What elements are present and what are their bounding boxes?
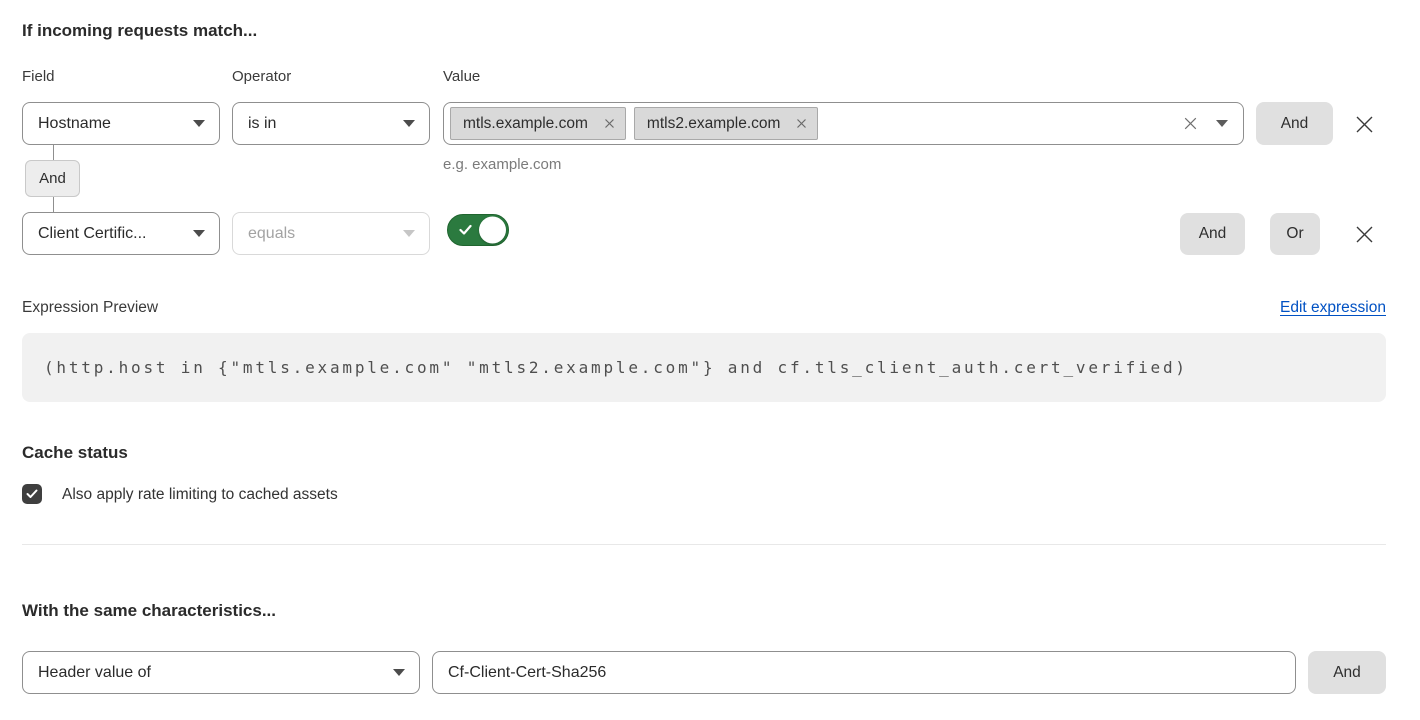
checkbox-label: Also apply rate limiting to cached asset… [62,486,338,504]
expression-preview-label: Expression Preview [22,299,158,317]
value-multiselect[interactable]: mtls.example.com mtls2.example.com [443,102,1244,145]
x-icon [1354,224,1375,245]
clear-values-button[interactable] [1183,116,1198,131]
boolean-value-toggle[interactable] [447,214,509,246]
value-tag-text: mtls.example.com [463,115,588,133]
chevron-down-icon [403,120,415,127]
header-name-input[interactable] [432,651,1296,694]
characteristic-select[interactable]: Header value of [22,651,420,694]
expression-code-block: (http.host in {"mtls.example.com" "mtls2… [22,333,1386,402]
check-icon [26,489,38,499]
chevron-down-icon [193,230,205,237]
operator-select-row1-value: is in [248,115,276,133]
field-select-row1[interactable]: Hostname [22,102,220,145]
x-icon [604,118,615,129]
delete-condition-row1-button[interactable] [1354,114,1375,135]
value-tag-text: mtls2.example.com [647,115,781,133]
field-select-row1-value: Hostname [38,115,111,133]
edit-expression-link[interactable]: Edit expression [1280,299,1386,317]
cache-section-title: Cache status [22,443,128,463]
or-button-row2[interactable]: Or [1270,213,1320,255]
value-tag: mtls2.example.com [634,107,819,140]
value-column-label: Value [443,68,480,85]
operator-column-label: Operator [232,68,291,85]
value-helper-text: e.g. example.com [443,156,561,173]
tag-remove-button[interactable] [796,118,807,129]
toggle-knob [479,217,506,244]
tag-remove-button[interactable] [604,118,615,129]
connector-and-button[interactable]: And [25,160,80,197]
cached-assets-checkbox[interactable] [22,484,42,504]
check-icon [459,225,472,236]
add-characteristic-and-button[interactable]: And [1308,651,1386,694]
and-button-row1[interactable]: And [1256,102,1333,145]
expression-code: (http.host in {"mtls.example.com" "mtls2… [44,358,1188,377]
chevron-down-icon [403,230,415,237]
field-select-row2-value: Client Certific... [38,225,146,243]
operator-select-row2-value: equals [248,225,295,243]
characteristic-select-value: Header value of [38,664,151,682]
value-tag: mtls.example.com [450,107,626,140]
and-button-row2[interactable]: And [1180,213,1245,255]
characteristics-section-title: With the same characteristics... [22,601,276,621]
x-icon [1354,114,1375,135]
field-select-row2[interactable]: Client Certific... [22,212,220,255]
operator-select-row1[interactable]: is in [232,102,430,145]
delete-condition-row2-button[interactable] [1354,224,1375,245]
operator-select-row2: equals [232,212,430,255]
chevron-down-icon [193,120,205,127]
x-icon [1183,116,1198,131]
chevron-down-icon [1216,120,1228,127]
connector-line [53,197,54,212]
match-section-title: If incoming requests match... [22,21,257,41]
section-divider [22,544,1386,545]
x-icon [796,118,807,129]
chevron-down-icon [393,669,405,676]
connector-line [53,145,54,160]
field-column-label: Field [22,68,55,85]
